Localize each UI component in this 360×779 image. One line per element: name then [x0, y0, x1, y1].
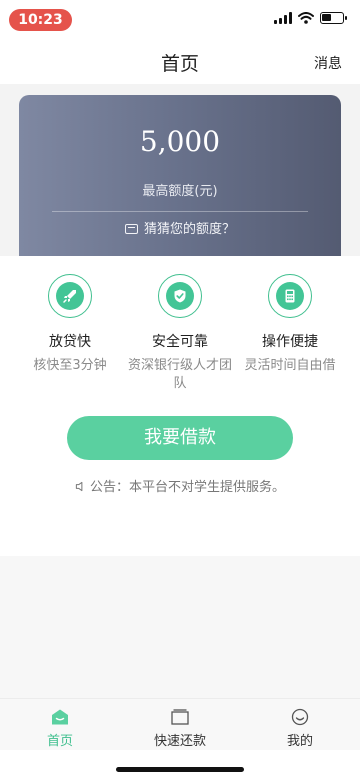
- messages-button[interactable]: 消息: [314, 53, 342, 73]
- tab-home[interactable]: 首页: [0, 699, 120, 750]
- max-amount-label: 最高额度(元): [142, 184, 218, 199]
- signal-icon: [274, 12, 292, 24]
- card-area: 5,000 最高额度(元) 猜猜您的额度？: [0, 84, 360, 256]
- feature-desc: 核快至3分钟: [33, 358, 107, 373]
- shield-check-icon: [174, 289, 186, 303]
- feature-title: 放贷快: [49, 334, 91, 350]
- tab-label: 我的: [286, 734, 313, 749]
- feature-title: 安全可靠: [152, 334, 208, 350]
- notice-text: 公告：本平台不对学生提供服务。: [89, 480, 285, 495]
- tab-mine[interactable]: 我的: [240, 699, 360, 750]
- guess-limit-link[interactable]: 猜猜您的额度？: [19, 218, 341, 237]
- card-icon: [124, 224, 138, 234]
- smile-face-icon: [291, 708, 309, 726]
- tab-label: 快速还款: [153, 734, 206, 749]
- wifi-icon: [298, 12, 314, 24]
- guess-limit-label: 猜猜您的额度？: [143, 222, 235, 237]
- wallet-icon: [171, 709, 189, 725]
- home-icon: [52, 709, 68, 725]
- feature-desc: 灵活时间自由借: [244, 358, 336, 373]
- tab-quick-repay[interactable]: 快速还款: [120, 699, 240, 750]
- speaker-icon: [75, 481, 83, 492]
- feature-icon-ring: [158, 274, 202, 318]
- borrow-button[interactable]: 我要借款: [67, 416, 293, 460]
- feature-desc: 资深银行级人才团队: [127, 358, 232, 391]
- credit-limit-card: 5,000 最高额度(元) 猜猜您的额度？: [19, 95, 341, 256]
- tab-label: 首页: [46, 734, 73, 749]
- app-header: 首页 消息: [0, 40, 360, 84]
- feature-title: 操作便捷: [262, 334, 318, 350]
- feature-safe: 安全可靠 资深银行级人才团队: [120, 274, 240, 393]
- status-icons: [274, 12, 347, 24]
- feature-easy: 操作便捷 灵活时间自由借: [230, 274, 350, 375]
- calculator-icon: [285, 289, 295, 303]
- notice: 公告：本平台不对学生提供服务。: [0, 476, 360, 495]
- page-title: 首页: [160, 53, 199, 75]
- feature-icon-ring: [268, 274, 312, 318]
- home-indicator[interactable]: [116, 767, 244, 772]
- status-time: 10:23: [9, 9, 72, 31]
- rocket-icon: [63, 290, 76, 303]
- status-bar: 10:23: [0, 0, 360, 40]
- tab-bar: 首页 快速还款 我的: [0, 698, 360, 750]
- feature-fast-loan: 放贷快 核快至3分钟: [10, 274, 130, 375]
- home-indicator-area: [0, 750, 360, 779]
- card-divider: [52, 211, 308, 212]
- feature-icon-ring: [48, 274, 92, 318]
- max-amount: 5,000: [139, 125, 221, 158]
- battery-level: [322, 14, 331, 21]
- main-section: 放贷快 核快至3分钟 安全可靠 资深银行级人才团队 操作便捷 灵活时间自由借 我…: [0, 256, 360, 556]
- battery-icon: [320, 12, 347, 24]
